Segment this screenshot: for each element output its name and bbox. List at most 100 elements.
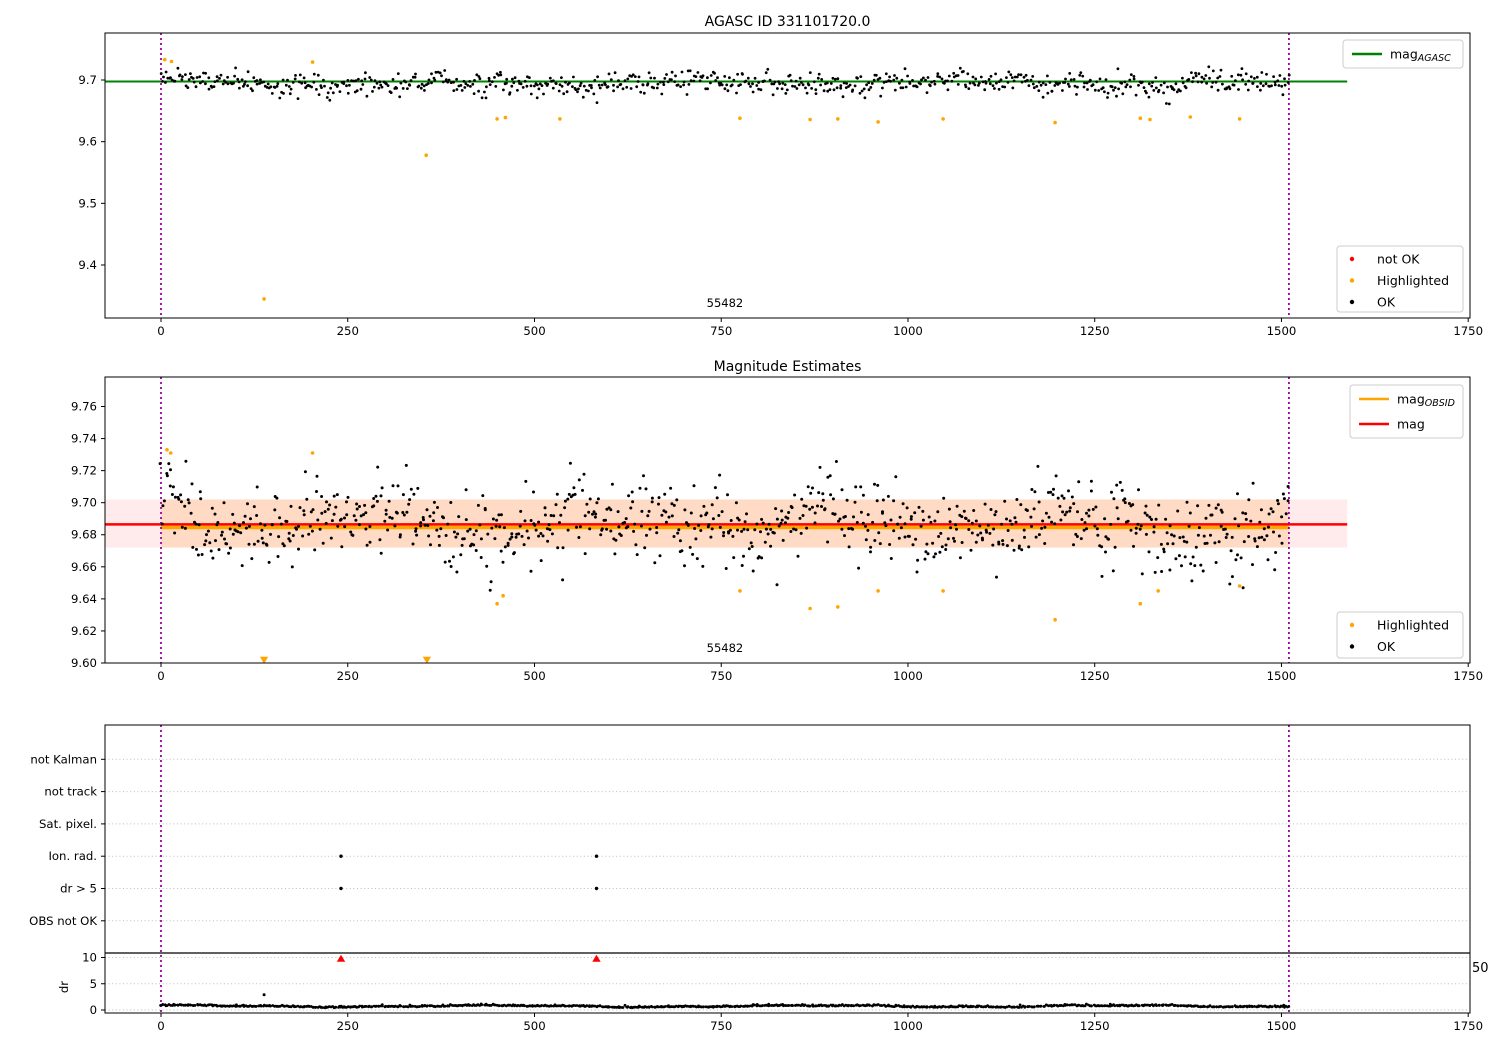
- ok-point: [551, 79, 555, 83]
- ok-point: [678, 539, 682, 543]
- ok-point: [988, 82, 992, 86]
- ok-point: [805, 91, 809, 95]
- ok-point: [1047, 515, 1051, 519]
- ok-point: [1113, 86, 1117, 89]
- ok-point: [276, 555, 280, 558]
- ok-point: [455, 77, 458, 81]
- ok-point: [686, 523, 690, 527]
- ok-point: [514, 535, 518, 539]
- ok-point: [378, 538, 382, 542]
- ok-point: [352, 514, 356, 518]
- ok-point: [323, 84, 326, 88]
- ok-point: [1091, 83, 1095, 87]
- ok-point: [1068, 506, 1072, 510]
- ok-point: [780, 518, 784, 522]
- ok-point: [588, 497, 592, 501]
- ok-point: [331, 91, 335, 95]
- dr-point: [598, 1004, 602, 1008]
- ok-point: [947, 74, 951, 78]
- ok-point: [889, 557, 893, 560]
- ok-point: [355, 507, 359, 511]
- ok-point: [847, 545, 851, 549]
- ok-point: [502, 526, 506, 530]
- ok-point: [1174, 557, 1178, 561]
- ok-point: [279, 522, 283, 526]
- ok-point: [437, 543, 441, 547]
- ok-point: [866, 528, 870, 532]
- x-tick-label: 1250: [1080, 669, 1110, 683]
- ok-point: [440, 74, 443, 78]
- ok-point: [1096, 533, 1100, 537]
- ok-point: [926, 552, 930, 556]
- ok-point: [1185, 500, 1189, 504]
- ok-point: [255, 514, 259, 517]
- ok-point: [840, 488, 844, 492]
- ok-point: [326, 91, 330, 95]
- ok-point: [159, 72, 163, 75]
- ok-point: [979, 531, 983, 535]
- ok-point: [574, 88, 578, 91]
- ok-point: [1221, 82, 1224, 86]
- ok-point: [1239, 73, 1243, 77]
- ok-point: [676, 83, 680, 87]
- ok-point: [1053, 522, 1057, 526]
- ok-point: [1280, 541, 1284, 545]
- ok-point: [295, 527, 298, 531]
- ok-point: [702, 504, 706, 508]
- ok-point: [1204, 516, 1208, 520]
- ok-point: [679, 85, 682, 88]
- ok-point: [605, 527, 609, 531]
- ok-point: [375, 499, 379, 503]
- ok-point: [414, 72, 417, 76]
- ok-point: [585, 502, 589, 506]
- ok-point: [162, 499, 166, 503]
- ok-point: [1147, 95, 1151, 99]
- ok-point: [658, 554, 662, 558]
- ok-point: [701, 564, 705, 568]
- ok-point: [1200, 75, 1204, 79]
- ok-point: [1053, 84, 1057, 87]
- ok-point: [814, 88, 818, 92]
- ok-point: [488, 588, 492, 592]
- ok-point: [389, 91, 393, 94]
- plot1-title: AGASC ID 331101720.0: [705, 14, 871, 30]
- ok-point: [396, 484, 400, 488]
- ok-point: [732, 556, 736, 560]
- ok-point: [330, 81, 334, 85]
- ok-point: [1228, 87, 1232, 91]
- ok-point: [682, 83, 685, 87]
- ok-point: [1260, 71, 1264, 74]
- ok-point: [909, 515, 913, 519]
- ok-point: [699, 514, 703, 518]
- ok-point: [439, 527, 443, 531]
- ok-point: [710, 503, 714, 507]
- ok-point: [657, 496, 661, 500]
- ok-point: [609, 529, 613, 533]
- ok-point: [411, 542, 415, 546]
- ok-point: [609, 508, 613, 512]
- ok-point: [204, 71, 208, 75]
- ok-point: [1192, 76, 1195, 80]
- ok-point: [997, 87, 1001, 91]
- ok-point: [213, 80, 217, 83]
- ok-point: [1064, 77, 1067, 81]
- ok-point: [939, 531, 943, 535]
- ok-point: [781, 81, 785, 85]
- ok-point: [848, 83, 852, 87]
- ok-point: [485, 85, 488, 89]
- ok-point: [932, 555, 936, 559]
- ok-point: [165, 474, 169, 478]
- x-tick-label: 500: [523, 1019, 545, 1033]
- ok-point: [726, 89, 730, 93]
- ok-point: [604, 518, 607, 522]
- ok-point: [419, 86, 423, 90]
- ok-point: [663, 492, 667, 496]
- ok-point: [269, 532, 272, 536]
- ok-point: [694, 537, 698, 541]
- ok-point: [1230, 535, 1234, 539]
- ok-point: [561, 546, 565, 550]
- highlighted-point: [1053, 120, 1057, 125]
- ok-point: [1075, 93, 1078, 96]
- x-tick-label: 500: [523, 324, 545, 338]
- ok-point: [774, 507, 778, 511]
